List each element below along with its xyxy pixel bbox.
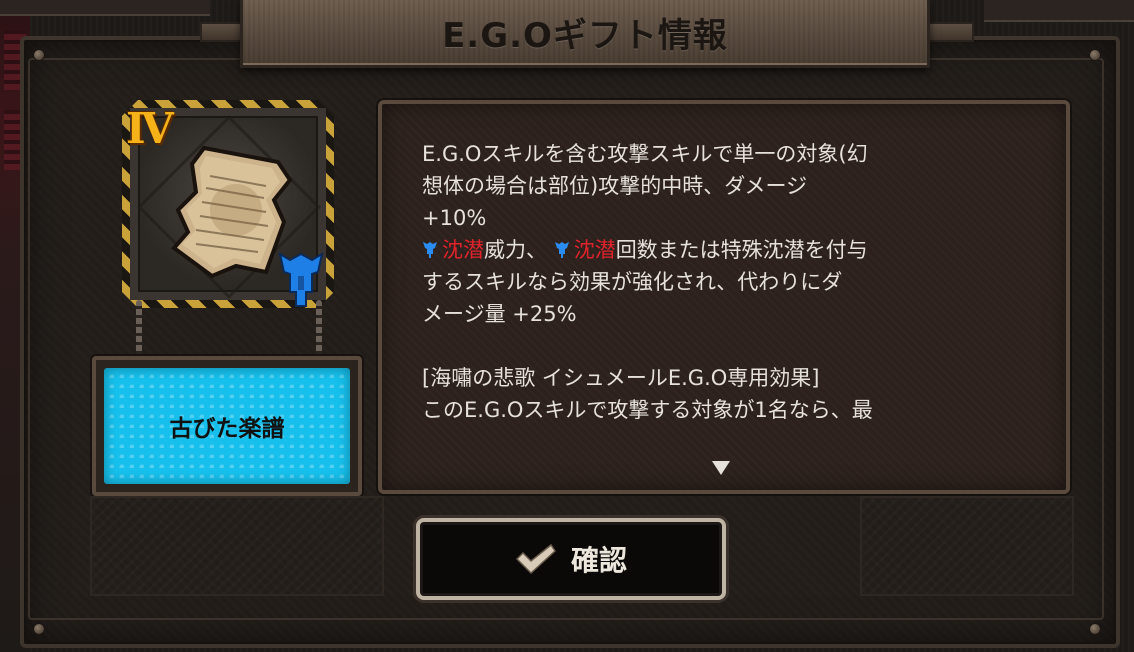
grade-label: Ⅳ [126,104,174,153]
confirm-label: 確認 [570,544,627,577]
game-screen: E.G.Oギフト情報 Ⅳ 古びた楽譜 E.G.Oスキルを含む攻撃スキルで単一の対… [0,0,1134,652]
background-top-left-bar [0,0,210,16]
gift-name: 古びた楽譜 [169,416,285,442]
title-plate: E.G.Oギフト情報 [240,0,930,68]
description-text: E.G.Oスキルを含む攻撃スキルで単一の対象(幻 想体の場合は部位)攻撃的中時、… [422,138,1022,426]
title-wing-right [926,22,974,42]
decorative-panel-left [90,496,384,596]
description-line: 想体の場合は部位)攻撃的中時、ダメージ [422,174,808,198]
description-line: E.G.Oスキルを含む攻撃スキルで単一の対象(幻 [422,142,868,166]
description-line: [海嘯の悲歌 イシュメールE.G.O専用効果] [422,366,820,390]
tremor-keyword-icon [554,242,569,258]
description-panel[interactable]: E.G.Oスキルを含む攻撃スキルで単一の対象(幻 想体の場合は部位)攻撃的中時、… [378,100,1070,494]
hanging-chain-left [136,300,142,356]
description-line: 沈潜威力、 沈潜回数または特殊沈潜を付与 [422,234,1022,266]
checkmark-icon [515,543,556,575]
bolt-icon [1090,624,1100,634]
keyword-link[interactable]: 沈潜 [442,238,484,262]
bolt-icon [1090,50,1100,60]
tremor-keyword-icon [423,242,437,258]
description-line: +10% [422,206,487,230]
background-top-right-bar [984,0,1134,22]
scroll-down-arrow-icon[interactable] [712,461,730,475]
bolt-icon [34,624,44,634]
decorative-panel-right [860,496,1074,596]
gift-name-plate: 古びた楽譜 [92,356,362,496]
bolt-icon [34,50,44,60]
description-line: このE.G.Oスキルで攻撃する対象が1名なら、最 [422,398,873,422]
keyword-link[interactable]: 沈潜 [574,238,616,262]
description-line: するスキルなら効果が強化され、代わりにダ [422,270,843,294]
dialog-title: E.G.Oギフト情報 [442,16,728,56]
hanging-chain-right [316,300,322,356]
description-line: メージ量 +25% [422,302,577,326]
confirm-button[interactable]: 確認 [416,518,726,600]
